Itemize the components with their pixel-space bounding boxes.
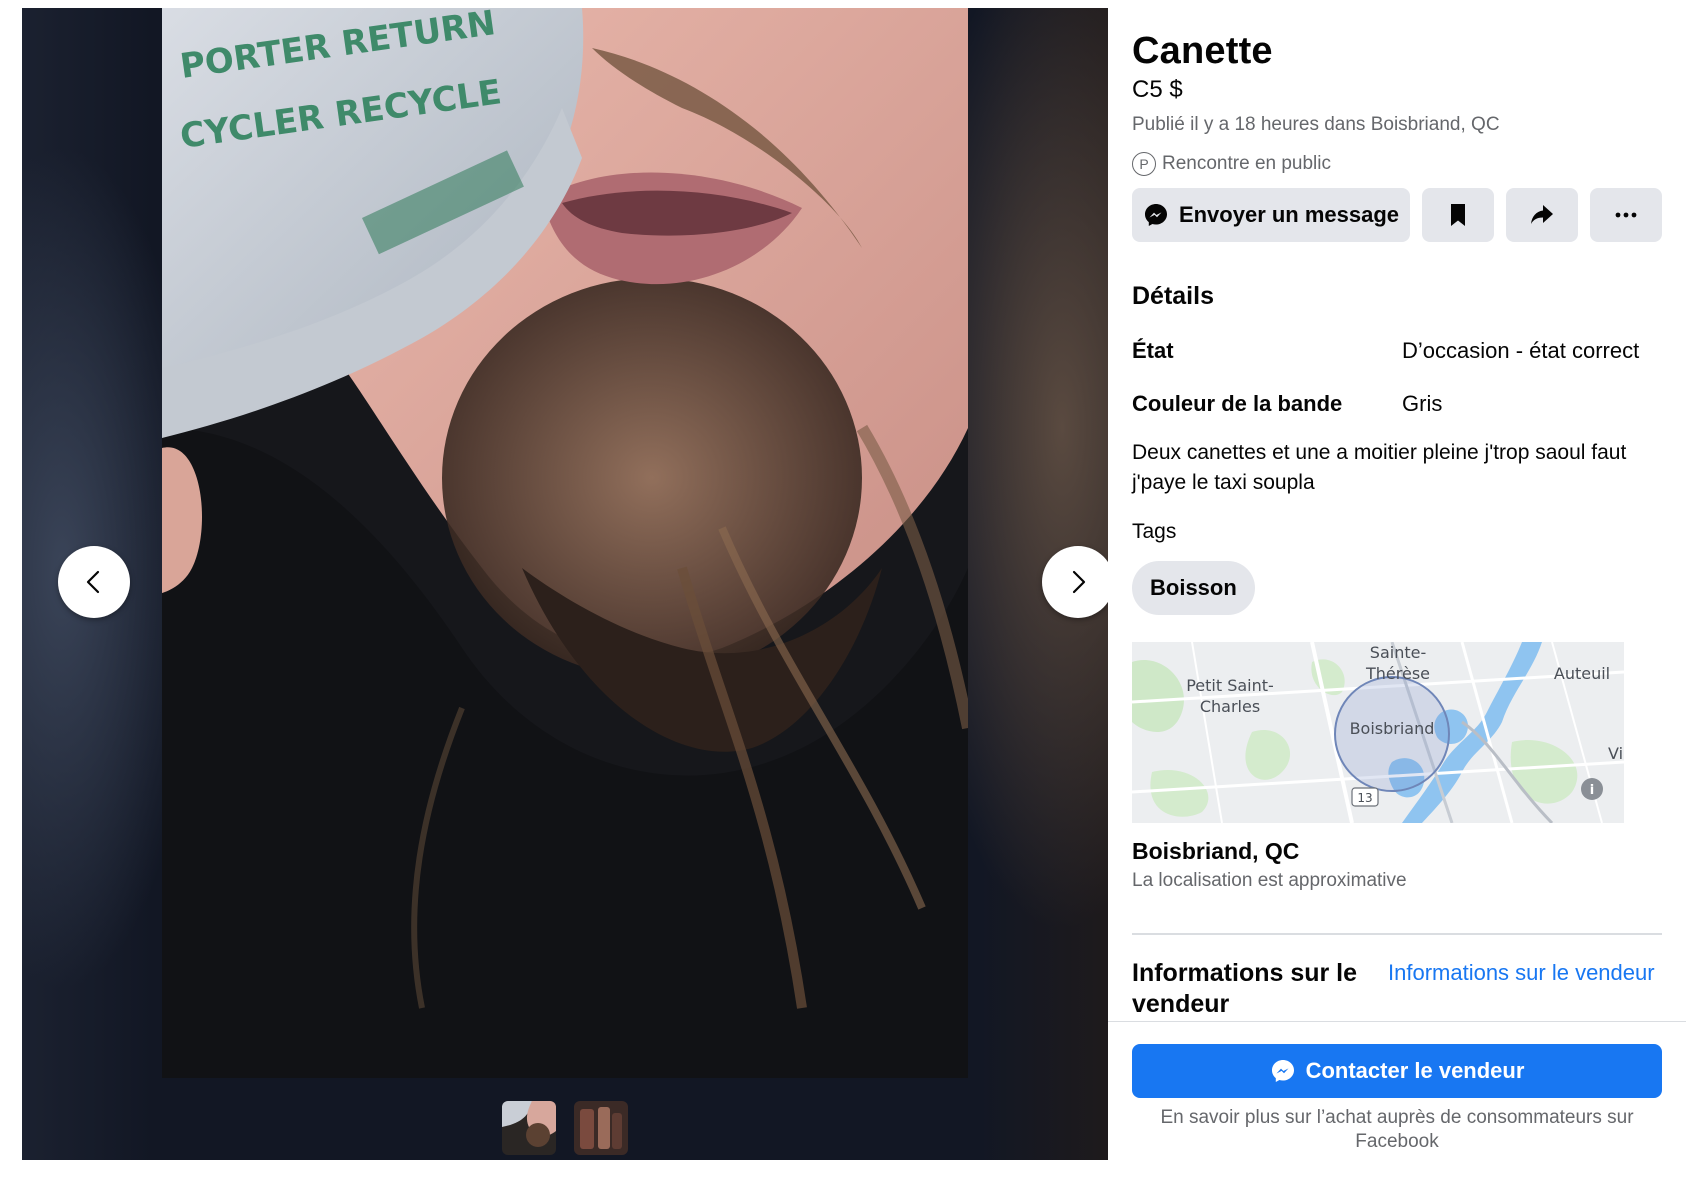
detail-value: Gris xyxy=(1402,391,1443,416)
send-message-button[interactable]: Envoyer un message xyxy=(1132,188,1410,242)
detail-key: État xyxy=(1132,338,1174,363)
highway-13-label: 13 xyxy=(1357,791,1372,805)
map-label: Sainte- xyxy=(1370,643,1426,662)
map-label: Auteuil xyxy=(1554,664,1610,683)
more-icon xyxy=(1615,212,1637,218)
bookmark-icon xyxy=(1451,204,1465,226)
listing-details-panel: Canette C5 $ Publié il y a 18 heures dan… xyxy=(1108,8,1686,1160)
share-button[interactable] xyxy=(1506,188,1578,242)
previous-photo-button[interactable] xyxy=(58,546,130,618)
location-approximate-note: La localisation est approximative xyxy=(1132,870,1407,891)
thumbnail-1[interactable] xyxy=(502,1101,556,1155)
tags-label: Tags xyxy=(1132,520,1177,543)
next-photo-button[interactable] xyxy=(1042,546,1108,618)
svg-text:i: i xyxy=(1590,783,1594,798)
chevron-left-icon xyxy=(86,570,100,594)
chevron-right-icon xyxy=(1072,570,1086,594)
listing-description: Deux canettes et une a moitier pleine j'… xyxy=(1132,441,1627,494)
detail-key: Couleur de la bande xyxy=(1132,391,1343,416)
map-label: Thérèse xyxy=(1365,664,1430,683)
tag-chip[interactable]: Boisson xyxy=(1132,561,1255,615)
contact-seller-label: Contacter le vendeur xyxy=(1305,1058,1525,1083)
media-viewer: PORTER RETURN CYCLER RECYCLE xyxy=(22,8,1108,1160)
map-label: Charles xyxy=(1200,697,1260,716)
more-options-button[interactable] xyxy=(1590,188,1662,242)
messenger-icon xyxy=(1271,1060,1294,1082)
details-heading: Détails xyxy=(1132,282,1214,310)
messenger-icon xyxy=(1144,204,1167,226)
photo-thumbnails xyxy=(22,1101,1108,1155)
action-bar: Envoyer un message xyxy=(1132,188,1662,242)
meet-in-public: P Rencontre en public xyxy=(1132,152,1331,176)
listing-title: Canette xyxy=(1132,30,1273,72)
public-meetup-icon: P xyxy=(1132,152,1156,176)
seller-info-link[interactable]: Informations sur le vendeur xyxy=(1388,960,1655,986)
thumbnail-2[interactable] xyxy=(574,1101,628,1155)
listing-photo: PORTER RETURN CYCLER RECYCLE xyxy=(162,8,968,1078)
map-label: Boisbriand xyxy=(1350,719,1435,738)
learn-more-link[interactable]: En savoir plus sur l’achat auprès de con… xyxy=(1132,1106,1662,1154)
contact-seller-button[interactable]: Contacter le vendeur xyxy=(1132,1044,1662,1098)
save-button[interactable] xyxy=(1422,188,1494,242)
map-label: Petit Saint- xyxy=(1186,676,1274,695)
posted-info: Publié il y a 18 heures dans Boisbriand,… xyxy=(1132,114,1500,135)
location-name: Boisbriand, QC xyxy=(1132,838,1300,864)
location-map[interactable]: Sainte- Thérèse Petit Saint- Charles Aut… xyxy=(1132,642,1624,823)
marketplace-listing-page: PORTER RETURN CYCLER RECYCLE Canette C5 … xyxy=(0,0,1694,1181)
section-divider xyxy=(1132,933,1662,935)
map-label: Vi xyxy=(1608,744,1623,763)
send-message-label: Envoyer un message xyxy=(1178,202,1400,227)
seller-info-heading: Informations sur le vendeur xyxy=(1132,959,1358,1018)
listing-price: C5 $ xyxy=(1132,76,1183,103)
meet-in-public-label: Rencontre en public xyxy=(1162,153,1331,174)
share-icon xyxy=(1531,205,1553,224)
footer-divider xyxy=(1108,1021,1686,1022)
detail-value: D’occasion - état correct xyxy=(1402,338,1640,363)
